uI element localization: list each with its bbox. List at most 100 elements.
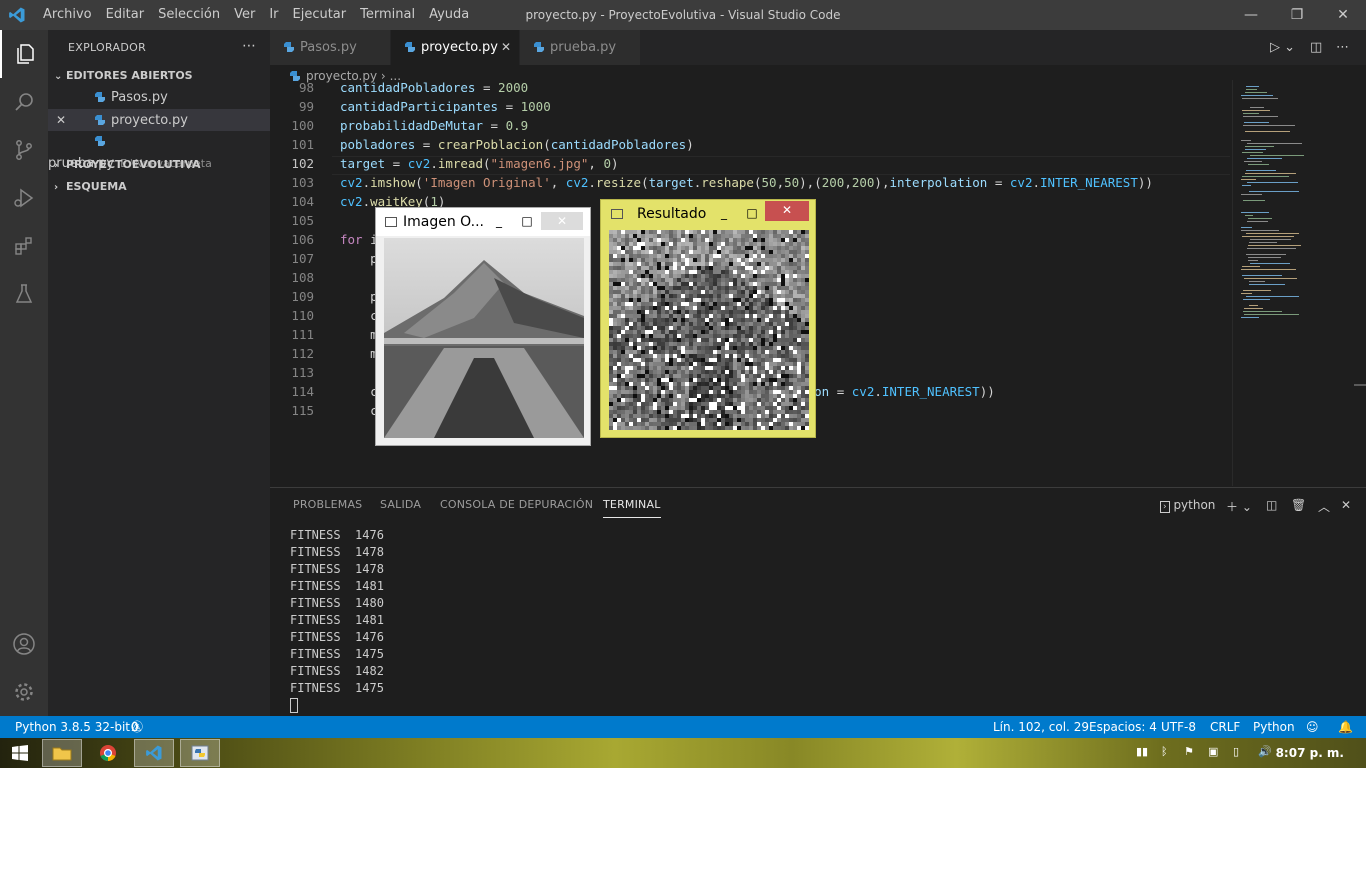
split-terminal-icon[interactable]: ◫ — [1266, 498, 1277, 512]
pixel — [641, 286, 645, 290]
tab-salida[interactable]: SALIDA — [380, 498, 421, 511]
pixel — [629, 346, 633, 350]
tab-pasos[interactable]: Pasos.py — [270, 30, 390, 65]
pixel — [649, 426, 653, 430]
tab-proyecto[interactable]: proyecto.py ✕ — [391, 30, 519, 65]
close-editor-icon[interactable]: ✕ — [48, 109, 74, 131]
taskbar-python[interactable] — [180, 739, 220, 767]
pixel — [737, 346, 741, 350]
menu-ayuda[interactable]: Ayuda — [422, 0, 476, 30]
cv-window-original[interactable]: Imagen O... _ □ ✕ — [375, 207, 591, 446]
pixel — [653, 242, 657, 246]
tab-terminal[interactable]: TERMINAL — [603, 498, 661, 518]
open-editor-proyecto[interactable]: ✕ proyecto.py — [48, 109, 270, 131]
notifications-icon[interactable]: 🔔 — [1338, 716, 1353, 738]
tab-problemas[interactable]: PROBLEMAS — [293, 498, 362, 511]
minimap[interactable] — [1232, 80, 1354, 486]
open-editor-pasos[interactable]: Pasos.py — [48, 87, 270, 109]
pixel — [785, 230, 789, 234]
tab-consola-depuracion[interactable]: CONSOLA DE DEPURACIÓN — [440, 498, 593, 511]
cv-maximize-button[interactable]: □ — [516, 212, 538, 230]
testing-button[interactable] — [0, 270, 48, 318]
volume-icon[interactable]: 🔊 — [1258, 745, 1272, 759]
tab-prueba[interactable]: prueba.py — [520, 30, 640, 65]
start-button[interactable] — [0, 739, 40, 767]
pixel — [785, 330, 789, 334]
pixel — [621, 358, 625, 362]
pixel — [725, 290, 729, 294]
pixel — [737, 262, 741, 266]
cv-close-button[interactable]: ✕ — [765, 201, 809, 221]
cv-maximize-button[interactable]: □ — [741, 204, 763, 222]
menu-terminal[interactable]: Terminal — [353, 0, 422, 30]
pixel — [733, 318, 737, 322]
pixel — [733, 310, 737, 314]
network-icon[interactable]: ▮▮ — [1136, 745, 1150, 759]
pixel — [761, 294, 765, 298]
accounts-button[interactable] — [0, 620, 48, 668]
new-terminal-icon[interactable]: ＋ ⌄ — [1226, 498, 1252, 515]
language-mode[interactable]: Python — [1253, 716, 1295, 738]
cv-close-button[interactable]: ✕ — [541, 212, 583, 230]
close-tab-icon[interactable]: ✕ — [501, 30, 511, 65]
minimap-line — [1242, 236, 1294, 237]
cv-window-result[interactable]: Resultado _ □ ✕ — [600, 199, 816, 438]
encoding[interactable]: UTF-8 — [1161, 716, 1196, 738]
pixel — [633, 426, 637, 430]
source-control-button[interactable] — [0, 126, 48, 174]
pixel — [705, 354, 709, 358]
more-actions-icon[interactable]: ⋯ — [242, 38, 256, 54]
clock[interactable]: 8:07 p. m. — [1276, 738, 1344, 768]
close-button[interactable]: ✕ — [1320, 0, 1366, 30]
minimap-line — [1248, 245, 1301, 246]
restore-button[interactable]: ❐ — [1274, 0, 1320, 30]
menu-ir[interactable]: Ir — [262, 0, 285, 30]
bluetooth-icon[interactable]: ᛒ — [1161, 745, 1175, 759]
cv-minimize-button[interactable]: _ — [713, 204, 735, 222]
indentation[interactable]: Espacios: 4 — [1089, 716, 1157, 738]
menu-editar[interactable]: Editar — [99, 0, 152, 30]
explorer-button[interactable] — [0, 30, 48, 78]
editor-more-icon[interactable]: ⋯ — [1336, 30, 1349, 65]
close-panel-icon[interactable]: ✕ — [1341, 498, 1351, 512]
maximize-panel-icon[interactable]: ︿ — [1318, 498, 1330, 515]
search-button[interactable] — [0, 78, 48, 126]
pixel — [721, 426, 725, 430]
menu-ver[interactable]: Ver — [227, 0, 262, 30]
open-editors-section[interactable]: ⌄ EDITORES ABIERTOS — [54, 65, 193, 87]
editor-scrollbar[interactable] — [1354, 80, 1366, 486]
cursor-position[interactable]: Lín. 102, col. 29 — [993, 716, 1089, 738]
python-interpreter[interactable]: Python 3.8.5 32-bit — [15, 716, 130, 738]
app-tray-icon[interactable]: ▣ — [1208, 745, 1222, 759]
feedback-icon[interactable]: ☺ — [1306, 716, 1319, 738]
flag-icon[interactable]: ⚑ — [1184, 745, 1198, 759]
project-folder-section[interactable]: › PROYECTOEVOLUTIVA — [54, 154, 201, 176]
run-file-icon[interactable]: ▷ ⌄ — [1270, 30, 1295, 65]
menu-archivo[interactable]: Archivo — [36, 0, 99, 30]
pixel — [701, 378, 705, 382]
pixel — [645, 342, 649, 346]
split-editor-icon[interactable]: ◫ — [1310, 30, 1322, 65]
pixel — [721, 362, 725, 366]
run-debug-button[interactable] — [0, 174, 48, 222]
pixel — [657, 362, 661, 366]
menu-seleccion[interactable]: Selección — [151, 0, 227, 30]
battery-icon[interactable]: ▯ — [1233, 745, 1247, 759]
pixel — [717, 362, 721, 366]
open-editor-prueba[interactable]: prueba.py E:\Nuevacarpeta — [48, 131, 270, 171]
pixel — [669, 266, 673, 270]
manage-button[interactable] — [0, 668, 48, 716]
line-endings[interactable]: CRLF — [1210, 716, 1240, 738]
pixel — [661, 270, 665, 274]
terminal-selector[interactable]: › python — [1160, 498, 1215, 513]
outline-section[interactable]: › ESQUEMA — [54, 176, 127, 198]
pixel — [625, 370, 629, 374]
cv-minimize-button[interactable]: _ — [488, 212, 510, 230]
extensions-button[interactable] — [0, 222, 48, 270]
taskbar-vscode[interactable] — [134, 739, 174, 767]
minimize-button[interactable]: — — [1228, 0, 1274, 30]
taskbar-file-explorer[interactable] — [42, 739, 82, 767]
menu-ejecutar[interactable]: Ejecutar — [286, 0, 354, 30]
trash-icon[interactable]: 🗑 — [1291, 498, 1306, 512]
taskbar-chrome[interactable] — [88, 739, 128, 767]
